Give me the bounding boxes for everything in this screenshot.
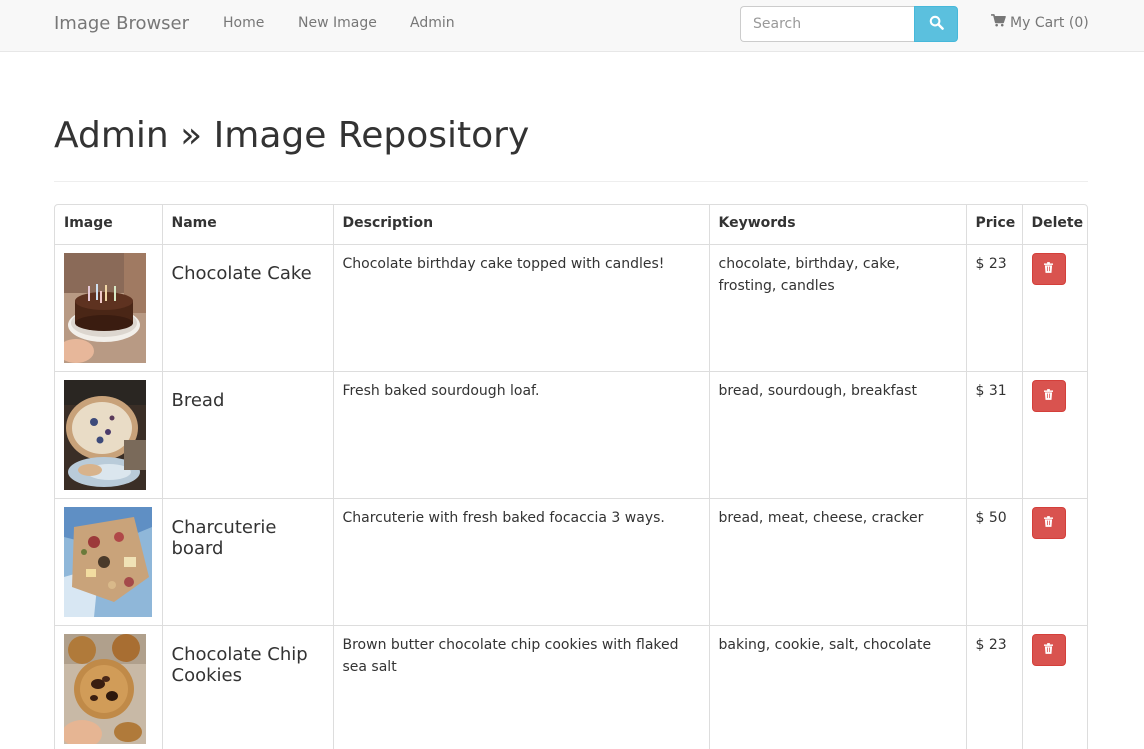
- image-cell: [55, 498, 163, 626]
- trash-icon: [1044, 385, 1053, 407]
- chocolate-cake-photo[interactable]: [64, 252, 146, 363]
- cookies-photo[interactable]: [64, 633, 146, 744]
- nav-link-home[interactable]: Home: [223, 14, 264, 32]
- column-header-name: Name: [162, 205, 334, 245]
- title-divider: [54, 181, 1088, 182]
- delete-cell: [1022, 244, 1087, 372]
- table-row: Charcuterie board Charcuterie with fresh…: [55, 498, 1087, 626]
- image-cell: [55, 371, 163, 499]
- table-row: Chocolate Cake Chocolate birthday cake t…: [55, 244, 1087, 372]
- image-repository-table: Image Name Description Keywords Price De…: [54, 204, 1088, 749]
- cart-label: My Cart (0): [1010, 15, 1089, 31]
- price-cell: $ 23: [966, 625, 1023, 749]
- delete-button[interactable]: [1031, 506, 1066, 539]
- page-title: Admin » Image Repository: [54, 115, 530, 156]
- column-header-image: Image: [55, 205, 163, 245]
- column-header-description: Description: [333, 205, 710, 245]
- image-cell: [55, 625, 163, 749]
- top-navbar: Image Browser Home New Image Admin My Ca…: [0, 0, 1144, 52]
- table-row: Chocolate Chip Cookies Brown butter choc…: [55, 625, 1087, 749]
- nav-link-new-image[interactable]: New Image: [298, 14, 377, 32]
- delete-cell: [1022, 625, 1087, 749]
- keywords-cell: chocolate, birthday, cake, frosting, can…: [709, 244, 967, 372]
- table-row: Bread Fresh baked sourdough loaf. bread,…: [55, 371, 1087, 499]
- delete-cell: [1022, 498, 1087, 626]
- keywords-cell: bread, sourdough, breakfast: [709, 371, 967, 499]
- search-input[interactable]: [740, 6, 915, 42]
- description-cell: Fresh baked sourdough loaf.: [333, 371, 710, 499]
- brand-link[interactable]: Image Browser: [54, 12, 189, 36]
- description-cell: Chocolate birthday cake topped with cand…: [333, 244, 710, 372]
- name-cell: Charcuterie board: [162, 498, 334, 626]
- delete-cell: [1022, 371, 1087, 499]
- delete-button[interactable]: [1031, 252, 1066, 285]
- search-icon: [929, 15, 944, 34]
- column-header-price: Price: [966, 205, 1023, 245]
- trash-icon: [1044, 639, 1053, 661]
- keywords-cell: baking, cookie, salt, chocolate: [709, 625, 967, 749]
- charcuterie-board-photo[interactable]: [64, 506, 152, 617]
- shopping-cart-icon: [991, 14, 1006, 32]
- trash-icon: [1044, 512, 1053, 534]
- delete-button[interactable]: [1031, 633, 1066, 666]
- name-cell: Chocolate Cake: [162, 244, 334, 372]
- nav-link-admin[interactable]: Admin: [410, 14, 455, 32]
- name-cell: Chocolate Chip Cookies: [162, 625, 334, 749]
- price-cell: $ 50: [966, 498, 1023, 626]
- trash-icon: [1044, 258, 1053, 280]
- column-header-delete: Delete: [1022, 205, 1087, 245]
- column-header-keywords: Keywords: [709, 205, 967, 245]
- search-button[interactable]: [914, 6, 958, 42]
- image-cell: [55, 244, 163, 372]
- table-header-row: Image Name Description Keywords Price De…: [55, 205, 1087, 245]
- price-cell: $ 23: [966, 244, 1023, 372]
- name-cell: Bread: [162, 371, 334, 499]
- description-cell: Brown butter chocolate chip cookies with…: [333, 625, 710, 749]
- keywords-cell: bread, meat, cheese, cracker: [709, 498, 967, 626]
- my-cart-link[interactable]: My Cart (0): [991, 14, 1089, 32]
- delete-button[interactable]: [1031, 379, 1066, 412]
- sourdough-bread-photo[interactable]: [64, 379, 146, 490]
- price-cell: $ 31: [966, 371, 1023, 499]
- description-cell: Charcuterie with fresh baked focaccia 3 …: [333, 498, 710, 626]
